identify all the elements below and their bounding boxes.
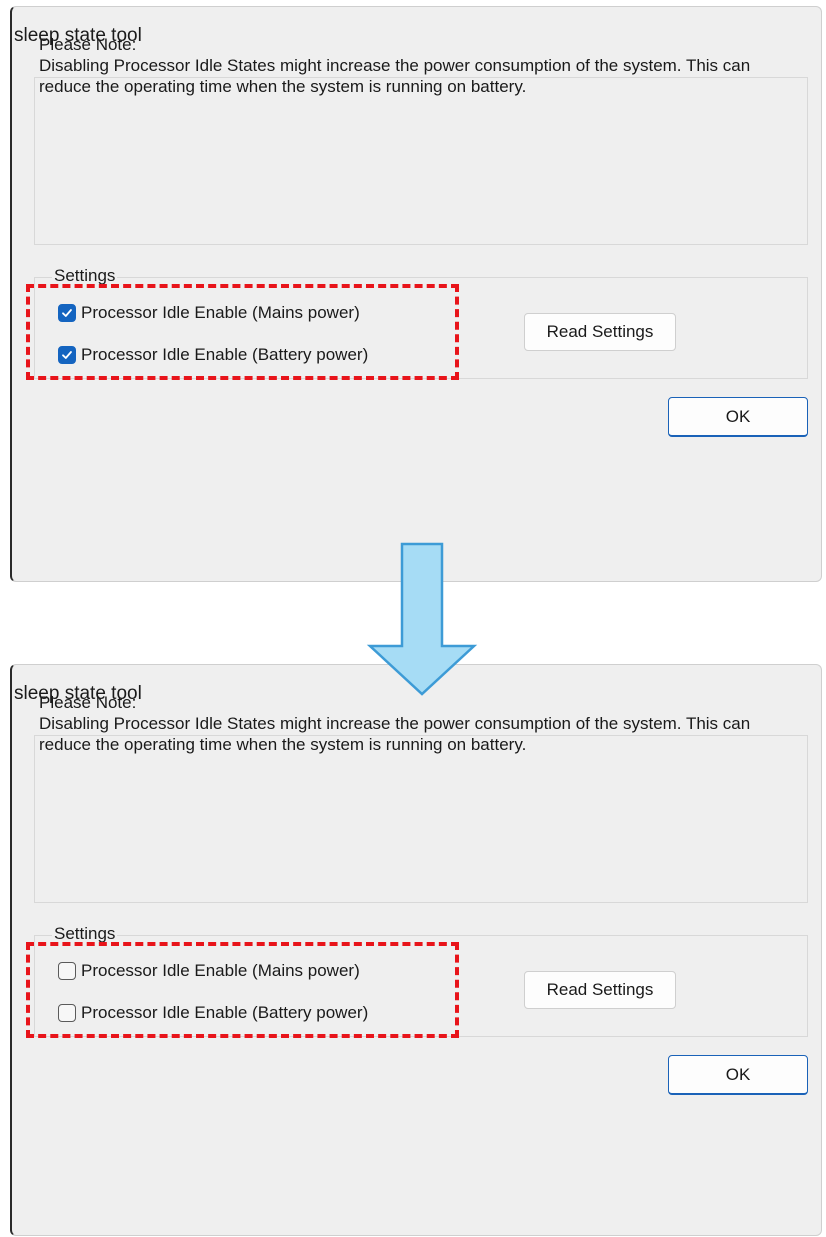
note-title: Please Note: <box>39 35 137 54</box>
dialog-after: sleep state tool Please Note: Disabling … <box>10 664 822 1236</box>
note-box <box>34 77 808 245</box>
read-settings-button[interactable]: Read Settings <box>524 971 676 1009</box>
highlight-box <box>26 284 459 380</box>
note-text: Disabling Processor Idle States might in… <box>39 56 751 96</box>
down-arrow-icon <box>366 542 478 696</box>
ok-button[interactable]: OK <box>668 397 808 437</box>
note-box <box>34 735 808 903</box>
note-title: Please Note: <box>39 693 137 712</box>
dialog-before: sleep state tool Please Note: Disabling … <box>10 6 822 582</box>
read-settings-button[interactable]: Read Settings <box>524 313 676 351</box>
highlight-box <box>26 942 459 1038</box>
note-text: Disabling Processor Idle States might in… <box>39 714 751 754</box>
ok-button[interactable]: OK <box>668 1055 808 1095</box>
